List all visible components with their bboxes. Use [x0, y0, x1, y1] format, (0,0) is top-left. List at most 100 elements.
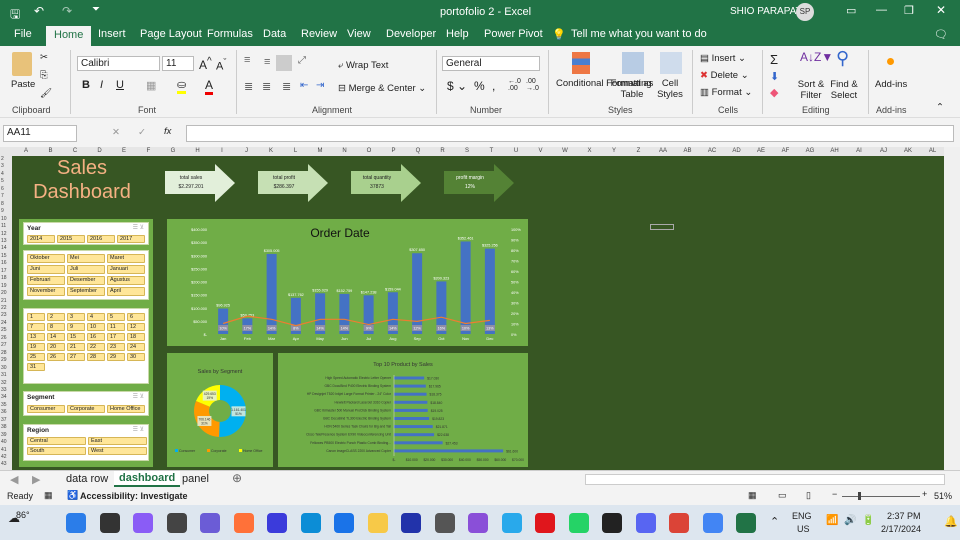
product-bar[interactable]: [394, 449, 504, 453]
column-header[interactable]: W: [553, 148, 577, 154]
cell-styles-button[interactable]: Cell Styles: [654, 78, 686, 100]
sort-filter-icon[interactable]: A↓Z▼: [800, 50, 833, 64]
row-header[interactable]: 19: [1, 283, 7, 289]
discord-icon[interactable]: [635, 513, 656, 533]
slicer-item-month[interactable]: Desember: [67, 276, 105, 285]
copy-icon[interactable]: ⎘: [40, 70, 48, 81]
zoom-level[interactable]: 51%: [934, 491, 952, 501]
slicer-item-day[interactable]: 21: [67, 343, 85, 351]
fill-icon[interactable]: ⬇: [770, 70, 779, 83]
row-header[interactable]: 38: [1, 424, 7, 430]
slicer-item-day[interactable]: 19: [27, 343, 45, 351]
task-view-icon[interactable]: [166, 513, 187, 533]
slicer-item-month[interactable]: November: [27, 287, 65, 296]
page-break-view-icon[interactable]: ▯: [806, 490, 811, 501]
camera-icon[interactable]: [434, 513, 455, 533]
find-select-button[interactable]: Find & Select: [828, 79, 860, 101]
avatar[interactable]: SP: [796, 3, 814, 21]
column-header[interactable]: Y: [602, 148, 626, 154]
telegram-icon[interactable]: [501, 513, 522, 533]
column-header[interactable]: AJ: [872, 148, 896, 154]
slicer-item-year[interactable]: 2017: [117, 235, 145, 243]
cut-icon[interactable]: ✂: [40, 52, 48, 63]
slicer-item-day[interactable]: 27: [67, 353, 85, 361]
slicer-item-region[interactable]: East: [88, 437, 147, 445]
name-box[interactable]: AA11: [3, 125, 77, 142]
row-header[interactable]: 5: [1, 178, 4, 184]
slicer-item-day[interactable]: 3: [67, 313, 85, 321]
column-header[interactable]: V: [529, 148, 553, 154]
opera-icon[interactable]: [535, 513, 555, 533]
row-header[interactable]: 42: [1, 454, 7, 460]
next-sheet-icon[interactable]: ▶: [32, 473, 40, 486]
tab-data[interactable]: Data: [263, 28, 286, 40]
row-header[interactable]: 11: [1, 223, 6, 229]
row-header[interactable]: 28: [1, 350, 7, 356]
sheet-tab-panel[interactable]: panel: [182, 473, 209, 485]
wrap-text-button[interactable]: ⤶ Wrap Text: [338, 60, 388, 71]
slicer-item-region[interactable]: Central: [27, 437, 86, 445]
slicer-item-day[interactable]: 31: [27, 363, 45, 371]
column-header[interactable]: AB: [676, 148, 700, 154]
row-header[interactable]: 33: [1, 387, 7, 393]
column-header[interactable]: O: [357, 148, 381, 154]
row-header[interactable]: 25: [1, 327, 7, 333]
app-icon[interactable]: [267, 513, 287, 533]
slicer-item-day[interactable]: 6: [127, 313, 145, 321]
slicer-item-day[interactable]: 22: [87, 343, 105, 351]
wifi-icon[interactable]: 📶: [826, 515, 838, 526]
format-as-table-button[interactable]: Format as Table: [610, 78, 654, 100]
row-header[interactable]: 14: [1, 245, 7, 251]
column-header[interactable]: AA: [651, 148, 675, 154]
column-header[interactable]: J: [235, 148, 259, 154]
slicer-item-month[interactable]: Oktober: [27, 254, 65, 263]
horizontal-scrollbar[interactable]: [585, 474, 945, 485]
comma-icon[interactable]: ,: [492, 79, 495, 93]
row-header[interactable]: 18: [1, 275, 7, 281]
tab-review[interactable]: Review: [301, 28, 337, 40]
column-header[interactable]: AG: [798, 148, 822, 154]
row-header[interactable]: 6: [1, 186, 4, 192]
davinci-icon[interactable]: [468, 513, 488, 533]
row-header[interactable]: 24: [1, 320, 7, 326]
normal-view-icon[interactable]: ▦: [748, 490, 757, 501]
row-header[interactable]: 21: [1, 298, 7, 304]
slicer-item-day[interactable]: 29: [107, 353, 125, 361]
row-header[interactable]: 12: [1, 231, 7, 237]
column-header[interactable]: A: [14, 148, 38, 154]
row-header[interactable]: 29: [1, 357, 7, 363]
slicer-item-day[interactable]: 10: [87, 323, 105, 331]
align-left-icon[interactable]: ≣: [244, 80, 253, 93]
slicer-item-day[interactable]: 1: [27, 313, 45, 321]
column-header[interactable]: T: [480, 148, 504, 154]
orientation-icon[interactable]: ⤢: [298, 55, 306, 66]
insert-cells-button[interactable]: ▤ Insert ⌄: [700, 53, 746, 64]
row-header[interactable]: 37: [1, 417, 7, 423]
slicer-item-year[interactable]: 2015: [57, 235, 85, 243]
column-header[interactable]: X: [578, 148, 602, 154]
column-header[interactable]: B: [39, 148, 63, 154]
insert-function-button[interactable]: fx: [164, 126, 171, 137]
profit-margin-line[interactable]: [222, 315, 490, 327]
paste-button[interactable]: Paste: [11, 79, 35, 90]
redo-icon[interactable]: ↷: [62, 4, 72, 18]
whatsapp-icon[interactable]: [568, 513, 589, 533]
slicer-item-month[interactable]: Juli: [67, 265, 105, 274]
slicer-item-day[interactable]: 17: [107, 333, 125, 341]
slicer-item-day[interactable]: 14: [47, 333, 65, 341]
conditional-formatting-icon[interactable]: [572, 52, 590, 74]
tab-developer[interactable]: Developer: [386, 28, 436, 40]
tab-page-layout[interactable]: Page Layout: [140, 28, 202, 40]
row-header[interactable]: 30: [1, 365, 7, 371]
row-header[interactable]: 13: [1, 238, 7, 244]
row-header[interactable]: 7: [1, 193, 4, 199]
slicer-item-day[interactable]: 23: [107, 343, 125, 351]
column-header[interactable]: R: [431, 148, 455, 154]
decrease-decimal-icon[interactable]: .00 →.0: [526, 78, 539, 92]
minimize-icon[interactable]: —: [876, 4, 887, 16]
row-header[interactable]: 15: [1, 253, 7, 259]
edge-icon[interactable]: [300, 513, 321, 533]
top-products-chart[interactable]: Top 10 Product by Sales High Speed Automa…: [278, 353, 528, 467]
slicer-clear-icon[interactable]: ☰ ⊻: [133, 426, 144, 433]
add-sheet-icon[interactable]: ⊕: [232, 471, 242, 485]
